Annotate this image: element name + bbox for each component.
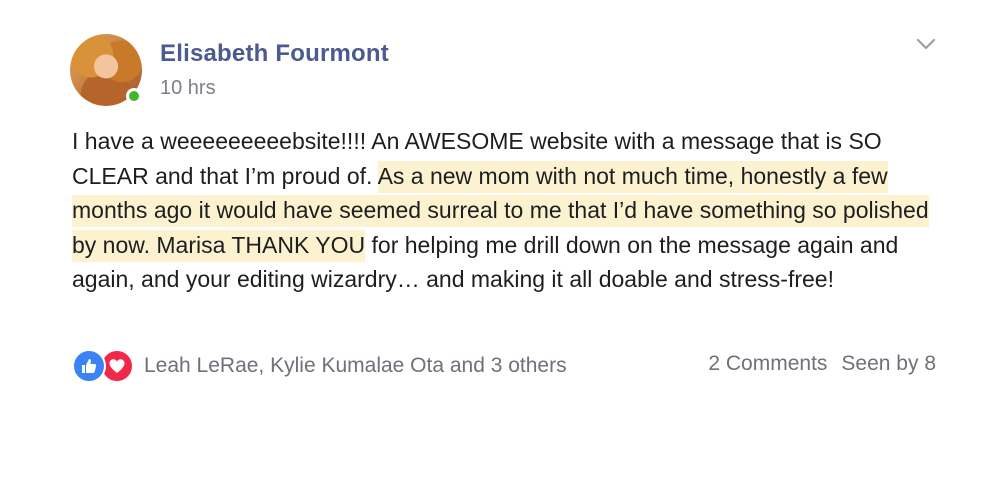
facebook-post: Elisabeth Fourmont 10 hrs I have a weeee…: [0, 0, 1000, 500]
comments-count[interactable]: 2 Comments: [708, 352, 827, 376]
online-status-icon: [126, 88, 142, 104]
post-timestamp[interactable]: 10 hrs: [160, 77, 216, 100]
author-name[interactable]: Elisabeth Fourmont: [160, 40, 389, 68]
seen-by-count[interactable]: Seen by 8: [841, 352, 936, 376]
reactions-summary[interactable]: Leah LeRae, Kylie Kumalae Ota and 3 othe…: [72, 349, 567, 383]
avatar[interactable]: [70, 34, 142, 106]
like-icon: [72, 349, 106, 383]
post-meta: 2 Comments Seen by 8: [708, 352, 936, 376]
reactors-names[interactable]: Leah LeRae, Kylie Kumalae Ota and 3 othe…: [144, 354, 567, 378]
post-body: I have a weeeeeeeeebsite!!!! An AWESOME …: [72, 124, 952, 297]
chevron-down-icon[interactable]: [915, 37, 937, 51]
